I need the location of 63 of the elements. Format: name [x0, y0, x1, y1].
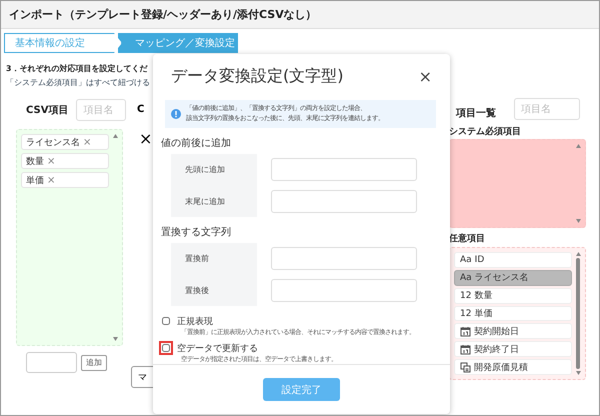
required-items-heading: システム必須項目: [449, 125, 522, 138]
scrollbar[interactable]: [575, 252, 581, 375]
section-heading: 値の前後に追加: [161, 136, 232, 150]
calendar-icon: [460, 326, 471, 337]
csv-items-label: CSV項目: [26, 104, 68, 117]
remove-icon[interactable]: ×: [47, 156, 56, 166]
csv-item-chip[interactable]: 数量 ×: [21, 153, 109, 169]
field-item-label: ID: [474, 254, 484, 265]
type-label: Aa: [460, 254, 472, 265]
calendar-icon: [460, 344, 471, 355]
field-item-label: 単価: [474, 308, 492, 320]
info-icon: [171, 109, 181, 120]
csv-item-chip[interactable]: 単価 ×: [21, 172, 109, 188]
field-item-label: 数量: [474, 290, 492, 302]
checkbox[interactable]: [162, 317, 170, 326]
optional-items-heading: 任意項目: [449, 232, 486, 245]
field-item-label: 契約開始日: [474, 326, 519, 338]
text-field[interactable]: [271, 158, 417, 182]
scroll-down-icon[interactable]: [576, 371, 580, 375]
field-item-label: 開発原価見積: [474, 362, 528, 374]
window-title: インポート（テンプレート登録/ヘッダーあり/添付CSVなし）: [1, 1, 599, 29]
scrollbar[interactable]: [112, 134, 118, 341]
remove-icon[interactable]: ×: [47, 174, 56, 186]
field-item[interactable]: Aa ID: [454, 252, 572, 268]
add-item-field[interactable]: [26, 352, 77, 373]
text-field[interactable]: [271, 278, 417, 302]
text-field[interactable]: [271, 247, 417, 270]
field-list-label: 項目一覧: [456, 106, 496, 120]
field-item[interactable]: Aa ライセンス名: [454, 270, 572, 286]
type-label: Aa: [460, 272, 472, 283]
option-label: 正規表現: [177, 316, 213, 328]
checkbox[interactable]: [162, 344, 170, 352]
field-item[interactable]: 契約開始日: [454, 323, 572, 340]
field-item-label: ライセンス名: [474, 272, 529, 284]
type-label: 12: [460, 308, 472, 318]
close-button[interactable]: ×: [418, 67, 432, 86]
scrollbar[interactable]: [575, 144, 581, 223]
search-field[interactable]: 項目名: [76, 99, 126, 121]
csv-item-chip[interactable]: ライセンス名 ×: [21, 134, 109, 150]
scroll-up-icon[interactable]: [112, 134, 118, 138]
field-label: 置換後: [184, 284, 210, 297]
field-item[interactable]: 12 数量: [454, 288, 572, 304]
scroll-down-icon[interactable]: [576, 219, 580, 223]
column-label: C: [137, 104, 144, 115]
scroll-up-icon[interactable]: [576, 252, 580, 256]
field-label: 先頭に追加: [184, 164, 226, 176]
option-label: 空データで更新する: [177, 342, 258, 355]
field-item[interactable]: 開発原価見積: [454, 359, 572, 376]
type-label: 12: [460, 290, 472, 301]
scroll-down-icon[interactable]: [112, 337, 118, 341]
text-field[interactable]: [271, 190, 417, 213]
remove-icon[interactable]: ×: [83, 136, 92, 148]
field-label: 末尾に追加: [184, 196, 226, 208]
field-item-label: 契約終了日: [474, 344, 519, 356]
section-heading: 置換する文字列: [161, 226, 232, 240]
field-item[interactable]: 12 単価: [454, 306, 572, 322]
dialog-title: データ変換設定(文字型): [171, 66, 344, 88]
scroll-up-icon[interactable]: [576, 144, 580, 148]
linked-records-icon: [460, 362, 471, 373]
search-field[interactable]: 項目名: [514, 98, 580, 120]
add-button[interactable]: 追加: [81, 354, 107, 370]
field-label: 置換前: [184, 253, 210, 266]
field-item[interactable]: 契約終了日: [454, 341, 572, 358]
